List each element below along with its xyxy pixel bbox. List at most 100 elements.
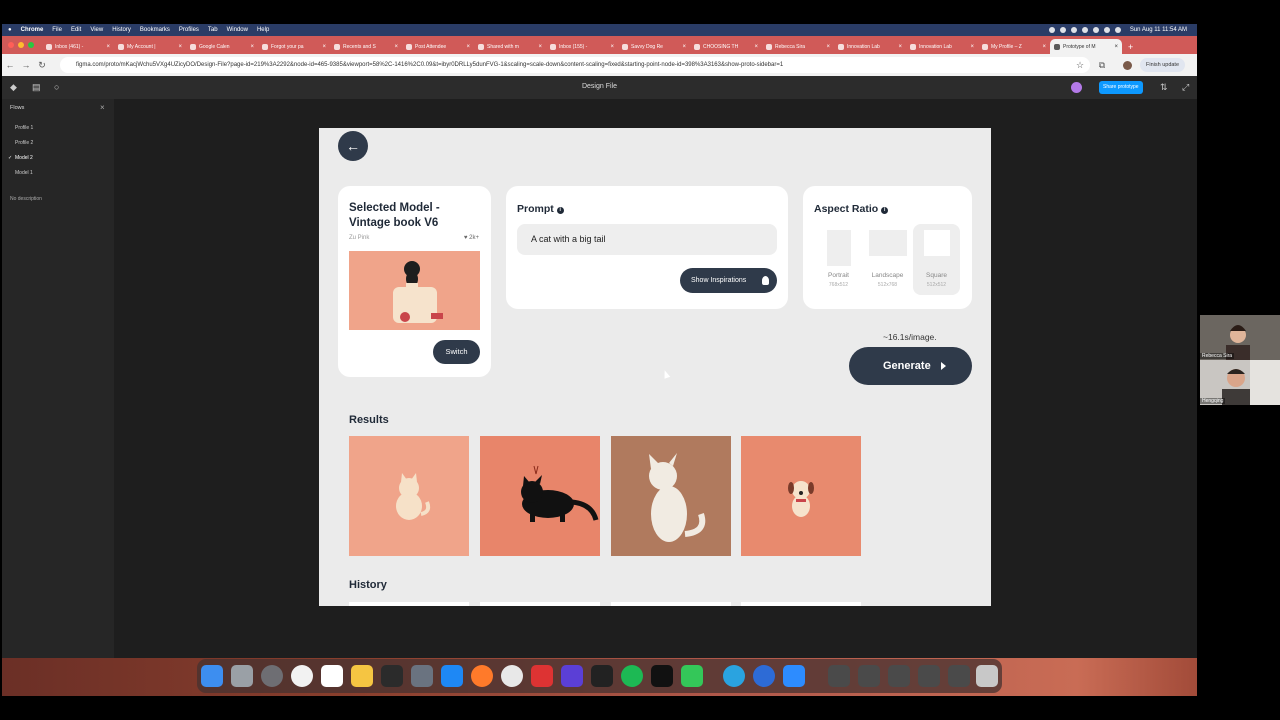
recent-window-icon[interactable] [918,665,940,687]
recent-window-icon[interactable] [828,665,850,687]
options-icon[interactable]: ⇅ [1160,82,1168,93]
browser-tab[interactable]: CHOOSING TH × [690,39,762,54]
zoom-app-icon[interactable] [783,665,805,687]
menu-help[interactable]: Help [257,27,269,33]
menu-history[interactable]: History [112,27,131,33]
capture-icon[interactable] [651,665,673,687]
close-tab-icon[interactable]: × [466,44,470,50]
terminal-icon[interactable] [591,665,613,687]
app-store-icon[interactable] [441,665,463,687]
menu-bookmarks[interactable]: Bookmarks [140,27,170,33]
launchpad-icon[interactable] [231,665,253,687]
photos-icon[interactable] [351,665,373,687]
browser-tab[interactable]: Inbox (155) - × [546,39,618,54]
close-tab-icon[interactable]: × [250,44,254,50]
search-icon[interactable] [1114,27,1121,33]
minimize-window-icon[interactable] [18,42,24,48]
browser-tab[interactable]: Forgot your pa × [258,39,330,54]
close-tab-icon[interactable]: × [178,44,182,50]
flow-item[interactable]: Profile 2 [15,140,33,146]
menu-tab[interactable]: Tab [208,27,218,33]
forward-icon[interactable]: → [18,60,34,70]
mission-control-icon[interactable] [381,665,403,687]
browser-tab[interactable]: Google Calen × [186,39,258,54]
menu-edit[interactable]: Edit [71,27,81,33]
generate-button[interactable]: Generate [849,347,972,385]
clock-icon[interactable] [291,665,313,687]
close-tab-icon[interactable]: × [682,44,686,50]
status-icon[interactable] [1081,27,1088,33]
menubar-clock[interactable]: Sun Aug 11 11:54 AM [1130,27,1187,33]
aspect-option-landscape[interactable]: Landscape 512x768 [864,224,911,295]
address-bar[interactable]: figma.com/proto/mKacjWchu5VXg4UZicyDO/De… [60,57,1090,73]
status-icon[interactable] [1048,27,1055,33]
menu-profiles[interactable]: Profiles [179,27,199,33]
flow-item[interactable]: Profile 1 [15,125,33,131]
acrobat-icon[interactable] [531,665,553,687]
browser-tab[interactable]: Rebecca Sira × [762,39,834,54]
close-tab-icon[interactable]: × [538,44,542,50]
history-item[interactable] [349,602,469,606]
back-icon[interactable]: ← [2,60,18,70]
signal-icon[interactable] [753,665,775,687]
browser-tab[interactable]: My Profile – Z × [978,39,1050,54]
prompt-input[interactable] [517,224,777,255]
recent-window-icon[interactable] [888,665,910,687]
menu-app-name[interactable]: Chrome [21,27,44,33]
browser-tab[interactable]: Inbox (461) - × [42,39,114,54]
messages-icon[interactable] [681,665,703,687]
new-tab-icon[interactable]: + [1128,42,1133,52]
extensions-icon[interactable]: ⧉ [1094,60,1110,71]
close-tab-icon[interactable]: × [970,44,974,50]
close-tab-icon[interactable]: × [322,44,326,50]
fullscreen-icon[interactable]: ⤢ [1182,82,1189,93]
share-prototype-button[interactable]: Share prototype [1099,81,1143,94]
close-tab-icon[interactable]: × [394,44,398,50]
trash-icon[interactable] [976,665,998,687]
info-icon[interactable]: i [881,207,889,214]
history-item[interactable] [741,602,861,606]
aspect-option-portrait[interactable]: Portrait 768x512 [815,224,862,295]
browser-tab[interactable]: Innovation Lab × [906,39,978,54]
history-item[interactable] [480,602,600,606]
spotify-icon[interactable] [621,665,643,687]
status-icon[interactable] [1059,27,1066,33]
browser-tab[interactable]: Post Attendee × [402,39,474,54]
recent-window-icon[interactable] [948,665,970,687]
close-tab-icon[interactable]: × [1042,44,1046,50]
info-icon[interactable]: i [556,207,564,214]
viewer-avatar[interactable] [1071,82,1082,93]
close-tab-icon[interactable]: × [898,44,902,50]
finder-icon[interactable] [201,665,223,687]
reload-icon[interactable]: ↻ [34,60,50,71]
close-tab-icon[interactable]: × [754,44,758,50]
star-app-icon[interactable] [561,665,583,687]
result-image[interactable] [741,436,861,556]
menu-window[interactable]: Window [227,27,248,33]
close-tab-icon[interactable]: × [106,44,110,50]
close-icon[interactable]: × [100,103,105,112]
close-tab-icon[interactable]: × [1114,44,1118,50]
aspect-option-square[interactable]: Square 512x512 [913,224,960,295]
close-tab-icon[interactable]: × [826,44,830,50]
apple-icon[interactable]: ● [8,27,12,33]
preview-icon[interactable] [411,665,433,687]
browser-tab[interactable]: Innovation Lab × [834,39,906,54]
result-image[interactable] [349,436,469,556]
participant-video[interactable]: Hengqing [1200,360,1280,405]
browser-tab[interactable]: Shared with m × [474,39,546,54]
close-tab-icon[interactable]: × [610,44,614,50]
status-icon[interactable] [1070,27,1077,33]
back-button[interactable]: ← [338,131,368,161]
menu-view[interactable]: View [90,27,103,33]
participant-video[interactable]: Rebecca Sira [1200,315,1280,360]
browser-tab[interactable]: My Account | × [114,39,186,54]
finish-update-button[interactable]: Finish update [1140,58,1186,72]
close-window-icon[interactable] [8,42,14,48]
chrome-icon[interactable] [501,665,523,687]
flow-item-selected[interactable]: ✓ Model 2 [8,155,33,161]
system-settings-icon[interactable] [261,665,283,687]
zoom-window-icon[interactable] [28,42,34,48]
profile-avatar[interactable] [1123,61,1132,70]
browser-tab[interactable]: Savvy Dog Re × [618,39,690,54]
